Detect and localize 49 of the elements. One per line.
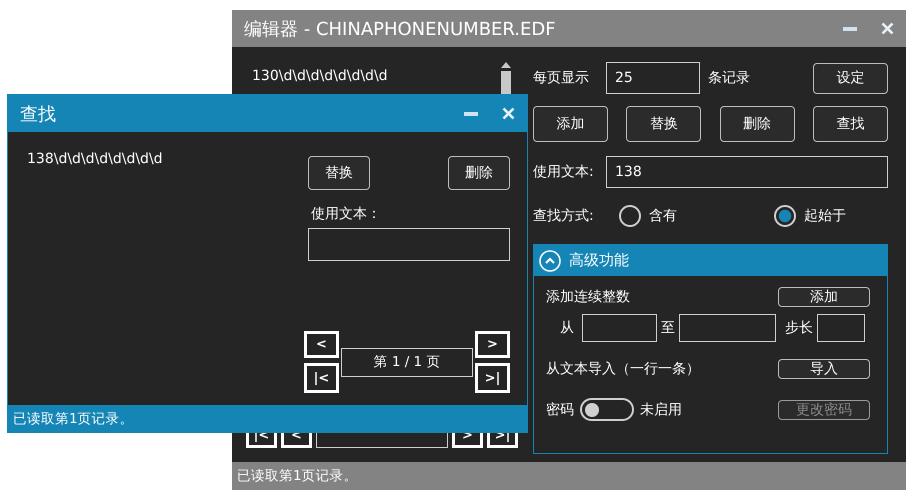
next-page-button[interactable]: > [475,331,510,358]
add-button[interactable]: 添加 [778,287,870,307]
field-label: 使用文本: [533,163,595,181]
minimize-icon[interactable] [843,26,857,30]
previous-page-button[interactable]: < [304,331,339,358]
close-icon[interactable] [881,22,894,35]
from-field[interactable] [582,314,657,342]
window-title: 查找 [20,102,57,126]
action-button[interactable]: 删除 [448,156,510,190]
action-button[interactable]: 删除 [720,106,795,142]
status-bar: 已读取第1页记录。 [232,462,906,490]
list-item[interactable]: 138\d\d\d\d\d\d\d\d [27,151,308,167]
first-page-button[interactable]: |< [304,363,339,393]
password-toggle[interactable] [580,398,634,421]
field-label: 密码 [546,400,574,418]
action-button[interactable]: 查找 [812,106,888,142]
radio-label: 含有 [649,207,677,225]
import-button[interactable]: 导入 [778,359,870,379]
field-label: 从 [560,319,574,337]
minimize-icon[interactable] [464,112,478,116]
field-label: 步长 [785,319,813,337]
last-page-button[interactable]: >| [475,363,510,393]
radio-button[interactable] [774,205,796,227]
action-button[interactable]: 替换 [626,106,702,142]
action-button[interactable]: 替换 [308,156,370,190]
window-title: 编辑器 - CHINAPHONENUMBER.EDF [244,18,557,40]
field-suffix: 条记录 [708,69,751,87]
text-field[interactable]: 138 [606,156,888,188]
panel-title: 高级功能 [569,251,629,270]
field-label: 至 [661,319,675,337]
status-bar: 已读取第1页记录。 [8,405,527,432]
page-size-field[interactable]: 25 [606,62,700,94]
toggle-state: 未启用 [640,400,682,418]
text-field[interactable] [308,228,510,261]
page-indicator: 第 1 / 1 页 [341,348,473,376]
radio-button[interactable] [619,205,641,227]
collapse-icon[interactable] [539,250,561,272]
section-label: 从文本导入（一行一条） [546,360,700,378]
field-label: 使用文本： [310,205,382,223]
step-field[interactable] [817,314,865,342]
close-icon[interactable] [502,107,515,120]
to-field[interactable] [679,314,776,342]
radio-label: 起始于 [804,207,846,225]
search-mode-label: 查找方式: [533,207,595,225]
list-item[interactable]: 130\d\d\d\d\d\d\d\d [252,68,522,84]
action-button[interactable]: 添加 [533,106,608,142]
set-button[interactable]: 设定 [813,62,888,94]
field-label: 每页显示 [533,69,590,87]
section-label: 添加连续整数 [546,288,630,306]
